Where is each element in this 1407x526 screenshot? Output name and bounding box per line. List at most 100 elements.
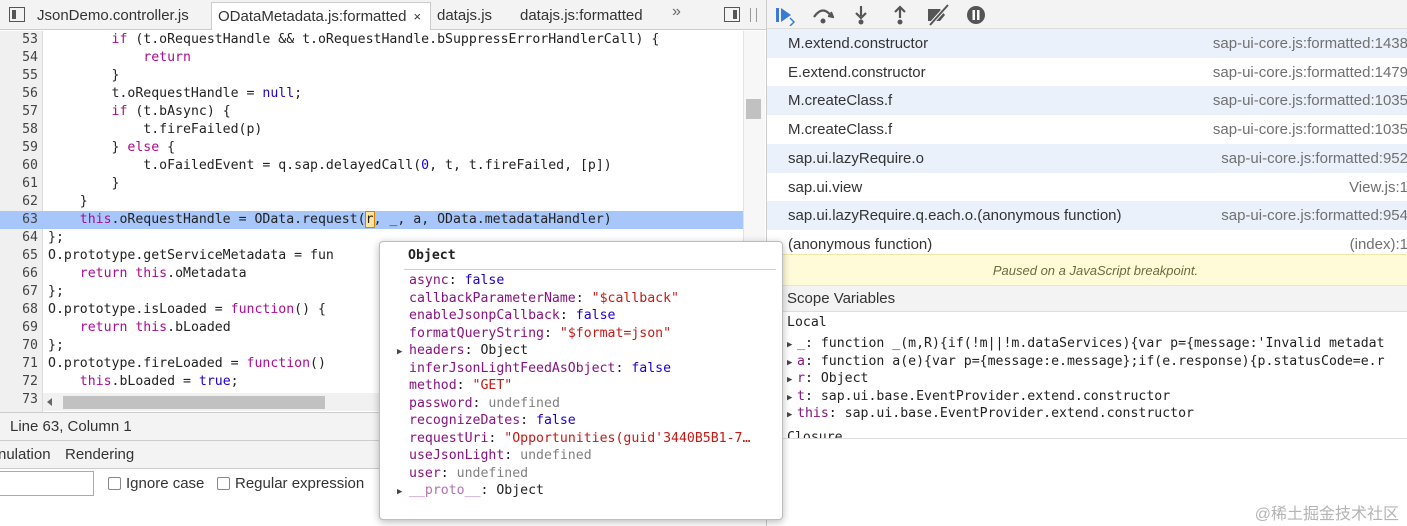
object-property: callbackParameterName: "$callback" bbox=[409, 290, 679, 306]
code-line[interactable]: 60 t.oFailedEvent = q.sap.delayedCall(0,… bbox=[0, 157, 743, 175]
line-number[interactable]: 70 bbox=[0, 337, 38, 355]
call-frame[interactable]: sap.ui.lazyRequire.o sap-ui-core.js:forma… bbox=[767, 143, 1407, 173]
line-number[interactable]: 73 bbox=[0, 391, 38, 409]
line-number[interactable]: 55 bbox=[0, 67, 38, 85]
search-input[interactable] bbox=[0, 471, 94, 496]
line-number[interactable]: 69 bbox=[0, 319, 38, 337]
vertical-scroll-thumb[interactable] bbox=[746, 99, 761, 119]
code-line[interactable]: 62 } bbox=[0, 193, 743, 211]
code-line[interactable]: 55 } bbox=[0, 67, 743, 85]
line-number[interactable]: 58 bbox=[0, 121, 38, 139]
line-number[interactable]: 57 bbox=[0, 103, 38, 121]
property-value: false bbox=[536, 413, 576, 428]
line-number[interactable]: 59 bbox=[0, 139, 38, 157]
object-property: requestUri: "Opportunities(guid'3440B5B1… bbox=[409, 430, 751, 446]
property-key: password bbox=[409, 395, 473, 411]
property-key: callbackParameterName bbox=[409, 290, 576, 306]
object-inspect-popover[interactable]: Object async: false callbackParameterName… bbox=[379, 241, 783, 520]
scope-variable[interactable]: ▶ a: function a(e){var p={message:e.messa… bbox=[783, 353, 1407, 371]
tab-datajs[interactable]: datajs.js bbox=[431, 2, 492, 30]
expand-triangle-icon[interactable]: ▶ bbox=[783, 407, 797, 425]
line-number[interactable]: 65 bbox=[0, 247, 38, 265]
tab-emulation[interactable]: nulation bbox=[0, 441, 51, 468]
call-frame-location[interactable]: sap-ui-core.js:formatted:1035 bbox=[1213, 115, 1407, 144]
call-frame-location[interactable]: sap-ui-core.js:formatted:952 bbox=[1221, 144, 1407, 173]
scope-section-closure[interactable]: Closure bbox=[783, 429, 1407, 438]
object-property[interactable]: ▶ __proto__: Object bbox=[380, 482, 782, 500]
regex-checkbox[interactable] bbox=[217, 477, 230, 490]
call-frame-location[interactable]: sap-ui-core.js:formatted:1035 bbox=[1213, 86, 1407, 115]
call-frame[interactable]: M.createClass.f sap-ui-core.js:formatted:… bbox=[767, 86, 1407, 116]
code-line[interactable]: 61 } bbox=[0, 175, 743, 193]
call-frame[interactable]: sap.ui.lazyRequire.q.each.o.(anonymous f… bbox=[767, 201, 1407, 231]
object-property: password: undefined bbox=[409, 395, 560, 411]
object-property: useJsonLight: undefined bbox=[409, 448, 592, 463]
call-frame[interactable]: (anonymous function) (index):1 bbox=[767, 230, 1407, 253]
scope-variable[interactable]: ▶ this: sap.ui.base.EventProvider.extend.… bbox=[783, 405, 1407, 423]
scope-section-local[interactable]: Local bbox=[783, 314, 1407, 332]
tab-rendering[interactable]: Rendering bbox=[65, 441, 134, 468]
code-text: this.oRequestHandle = OData.request(r, _… bbox=[79, 211, 612, 228]
hovered-token[interactable]: r bbox=[364, 211, 375, 228]
scope-variable[interactable]: ▶ _: function _(m,R){if(!m||!m.dataServic… bbox=[783, 335, 1407, 353]
line-number[interactable]: 62 bbox=[0, 193, 38, 211]
call-frame[interactable]: E.extend.constructor sap-ui-core.js:forma… bbox=[767, 58, 1407, 87]
toggle-navigator-icon[interactable] bbox=[9, 7, 25, 22]
step-out-icon bbox=[894, 5, 906, 25]
deactivate-breakpoints-button[interactable] bbox=[926, 3, 950, 27]
call-frame[interactable]: sap.ui.view View.js:1 bbox=[767, 173, 1407, 202]
close-tab-icon[interactable]: × bbox=[413, 3, 421, 31]
code-line[interactable]: 59 } else { bbox=[0, 139, 743, 157]
step-out-button[interactable] bbox=[889, 4, 911, 26]
step-into-button[interactable] bbox=[850, 4, 872, 26]
scope-variable-name: r bbox=[797, 371, 805, 386]
line-number[interactable]: 61 bbox=[0, 175, 38, 193]
object-property[interactable]: ▶ headers: Object bbox=[380, 342, 782, 360]
code-line[interactable]: 56 t.oRequestHandle = null; bbox=[0, 85, 743, 103]
line-number[interactable]: 72 bbox=[0, 373, 38, 391]
step-over-button[interactable] bbox=[812, 4, 835, 26]
line-number[interactable]: 53 bbox=[0, 31, 38, 49]
code-line[interactable]: 53 if (t.oRequestHandle && t.oRequestHan… bbox=[0, 31, 743, 49]
call-frame-location[interactable]: sap-ui-core.js:formatted:1479 bbox=[1213, 58, 1407, 87]
line-number[interactable]: 67 bbox=[0, 283, 38, 301]
horizontal-scroll-thumb[interactable] bbox=[63, 396, 325, 409]
line-number[interactable]: 56 bbox=[0, 85, 38, 103]
line-number[interactable]: 66 bbox=[0, 265, 38, 283]
code-line[interactable]: 58 t.fireFailed(p) bbox=[0, 121, 743, 139]
line-number[interactable]: 64 bbox=[0, 229, 38, 247]
more-tabs-icon[interactable]: » bbox=[672, 3, 681, 21]
call-frame-location[interactable]: sap-ui-core.js:formatted:954 bbox=[1221, 201, 1407, 230]
call-frame-function: M.createClass.f bbox=[788, 92, 893, 110]
call-frame-location[interactable]: View.js:1 bbox=[1349, 173, 1407, 202]
toggle-debugger-icon[interactable] bbox=[724, 7, 740, 22]
tab-datajs-formatted[interactable]: datajs.js:formatted bbox=[514, 2, 643, 30]
code-line[interactable]: 57 if (t.bAsync) { bbox=[0, 103, 743, 121]
line-number[interactable]: 63 bbox=[0, 211, 38, 229]
scope-variables-header[interactable]: Scope Variables bbox=[783, 286, 1407, 312]
line-number[interactable]: 71 bbox=[0, 355, 38, 373]
call-frame-location[interactable]: (index):1 bbox=[1350, 230, 1407, 253]
scroll-left-icon[interactable] bbox=[47, 398, 52, 406]
tab-label: datajs.js bbox=[437, 7, 493, 24]
expand-triangle-icon[interactable]: ▶ bbox=[380, 484, 409, 502]
property-value: "Opportunities(guid'3440B5B1-7… bbox=[504, 430, 751, 446]
resume-button[interactable] bbox=[773, 4, 796, 27]
pause-on-exceptions-button[interactable] bbox=[965, 4, 987, 26]
call-frame[interactable]: M.createClass.f sap-ui-core.js:formatted:… bbox=[767, 115, 1407, 144]
object-property: user: undefined bbox=[409, 465, 529, 481]
code-text: }; bbox=[48, 230, 64, 245]
scope-variable[interactable]: ▶ t: sap.ui.base.EventProvider.extend.con… bbox=[783, 388, 1407, 406]
call-frame-function: E.extend.constructor bbox=[788, 63, 926, 81]
call-frame-location[interactable]: sap-ui-core.js:formatted:1438 bbox=[1213, 29, 1407, 58]
line-number[interactable]: 54 bbox=[0, 49, 38, 67]
call-frame[interactable]: M.extend.constructor sap-ui-core.js:forma… bbox=[767, 29, 1407, 58]
line-number[interactable]: 60 bbox=[0, 157, 38, 175]
scope-variable[interactable]: ▶ r: Object bbox=[783, 370, 1407, 388]
code-line[interactable]: 63 this.oRequestHandle = OData.request(r… bbox=[0, 211, 743, 229]
tab-odatametadata-formatted[interactable]: ODataMetadata.js:formatted × bbox=[211, 2, 431, 30]
code-line[interactable]: 54 return bbox=[0, 49, 743, 67]
line-number[interactable]: 68 bbox=[0, 301, 38, 319]
tab-jsondemo-controller[interactable]: JsonDemo.controller.js bbox=[31, 2, 189, 30]
ignore-case-checkbox[interactable] bbox=[108, 477, 121, 490]
